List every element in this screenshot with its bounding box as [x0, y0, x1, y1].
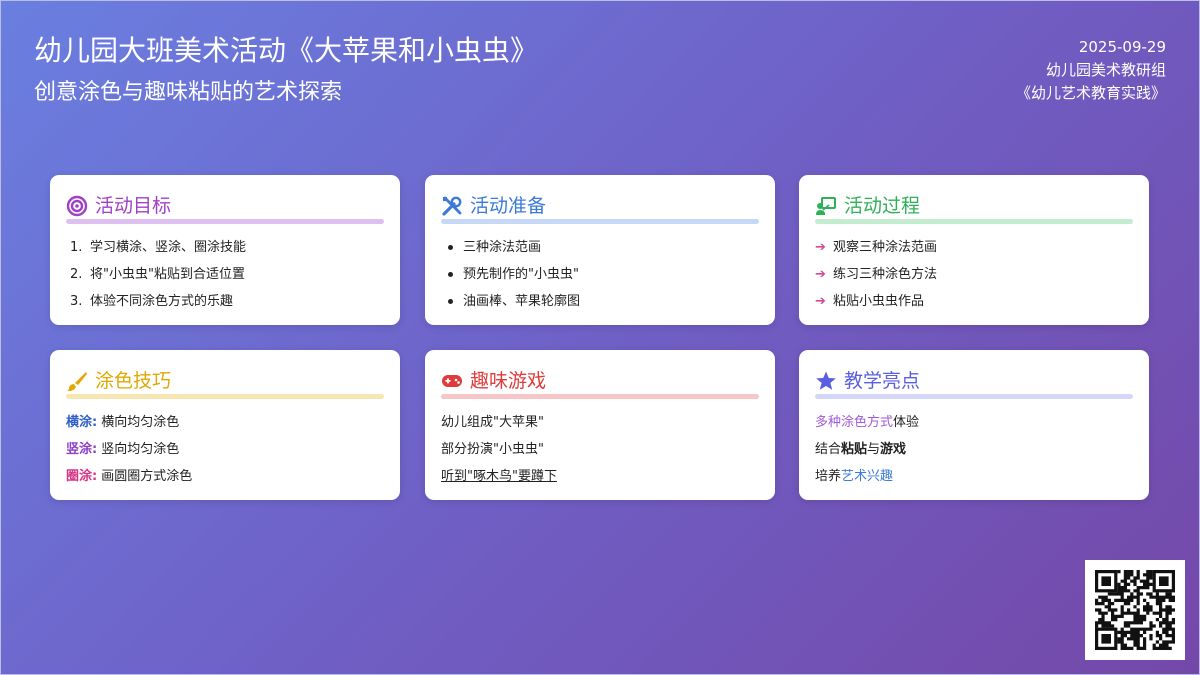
paint-brush-icon — [66, 370, 88, 392]
card-activity-goals: 活动目标 1. 学习横涂、竖涂、圈涂技能 2. 将"小虫虫"粘贴到合适位置 3. 体验… — [50, 175, 400, 325]
page-subtitle: 创意涂色与趣味粘贴的艺术探索 — [34, 80, 343, 105]
list-item: 部分扮演"小虫虫" — [441, 442, 544, 457]
card-activity-prep: 活动准备 三种涂法范画 预先制作的"小虫虫" 油画棒、苹果轮廓图 — [425, 175, 775, 325]
list-item: 幼儿组成"大苹果" — [441, 415, 544, 430]
teacher-board-icon — [815, 195, 837, 217]
title-underline — [441, 219, 759, 224]
date-text: 2025-09-29 — [1078, 38, 1166, 56]
title-underline — [66, 219, 384, 224]
page-title: 幼儿园大班美术活动《大苹果和小虫虫》 — [34, 34, 539, 67]
list-item: ➔ 粘贴小虫虫作品 — [815, 288, 1133, 315]
target-icon — [66, 195, 88, 217]
list-item: 竖涂: 竖向均匀涂色 — [66, 442, 180, 457]
list-item: 结合 粘贴与游戏 — [815, 442, 907, 457]
tools-icon — [441, 195, 463, 217]
meta-info: 2025-09-29 幼儿园美术教研组 《幼儿艺术教育实践》 — [1016, 36, 1166, 105]
list-item: ➔ 观察三种涂法范画 — [815, 234, 1133, 261]
card-activity-process: 活动过程 ➔ 观察三种涂法范画 ➔ 练习三种涂色方法 ➔ 粘贴小虫虫作品 — [799, 175, 1149, 325]
title-underline — [66, 394, 384, 399]
list-item: 2. 将"小虫虫"粘贴到合适位置 — [70, 267, 245, 282]
title-underline — [815, 219, 1133, 224]
card-title: 活动过程 — [844, 195, 921, 217]
list-item: 三种涂法范画 — [441, 234, 759, 261]
list-item: ➔ 练习三种涂色方法 — [815, 261, 1133, 288]
list-item: 横涂: 横向均匀涂色 — [66, 415, 180, 430]
card-coloring-skills: 涂色技巧 横涂: 横向均匀涂色 竖涂: 竖向均匀涂色 圈涂: 画圆圈方式涂色 — [50, 350, 400, 500]
source-text: 《幼儿艺术教育实践》 — [1015, 84, 1166, 102]
list-item: 1. 学习横涂、竖涂、圈涂技能 — [70, 240, 247, 255]
card-title: 趣味游戏 — [470, 370, 547, 392]
list-item: 预先制作的"小虫虫" — [441, 261, 759, 288]
arrow-right-icon: ➔ — [815, 240, 826, 255]
card-title: 教学亮点 — [844, 370, 921, 392]
qr-code — [1085, 560, 1185, 660]
arrow-right-icon: ➔ — [815, 294, 826, 309]
author-text: 幼儿园美术教研组 — [1045, 61, 1166, 79]
card-title: 活动准备 — [470, 195, 547, 217]
list-item: 培养 艺术兴趣 — [815, 469, 894, 484]
card-title: 涂色技巧 — [95, 370, 172, 392]
title-underline — [441, 394, 759, 399]
arrow-right-icon: ➔ — [815, 267, 826, 282]
list-item: 圈涂: 画圆圈方式涂色 — [66, 469, 193, 484]
card-title: 活动目标 — [95, 195, 172, 217]
card-teaching-highlights: 教学亮点 多种涂色方式 体验 结合 粘贴与游戏 培养 艺术兴趣 — [799, 350, 1149, 500]
title-underline — [815, 394, 1133, 399]
list-item: 多种涂色方式 体验 — [815, 415, 920, 430]
gamepad-icon — [441, 370, 463, 392]
list-item: 3. 体验不同涂色方式的乐趣 — [70, 294, 234, 309]
card-fun-game: 趣味游戏 幼儿组成"大苹果" 部分扮演"小虫虫" 听到"啄木鸟"要蹲下 — [425, 350, 775, 500]
star-icon — [815, 370, 837, 392]
list-item: 油画棒、苹果轮廓图 — [441, 288, 759, 315]
list-item: 听到"啄木鸟"要蹲下 — [441, 469, 557, 484]
